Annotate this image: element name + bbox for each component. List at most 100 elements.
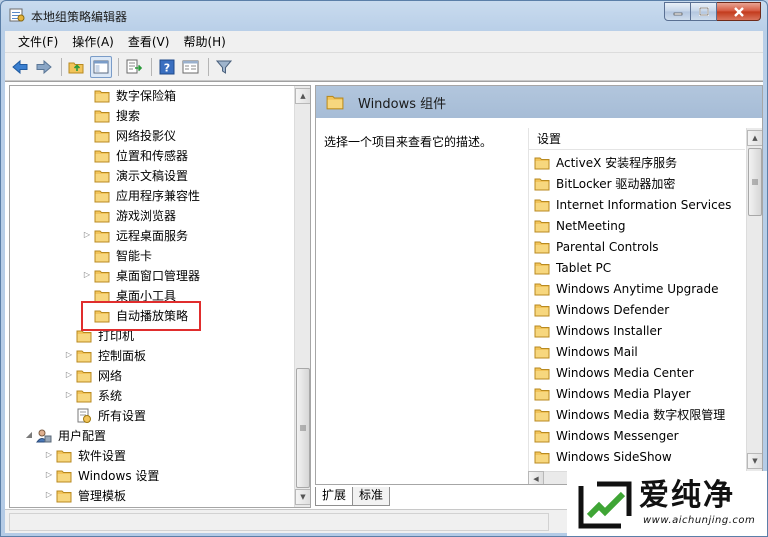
tree-item[interactable]: 演示文稿设置 [10, 166, 294, 186]
setting-item[interactable]: Windows SideShow [534, 446, 672, 467]
setting-item[interactable]: ActiveX 安装程序服务 [534, 152, 677, 173]
setting-item[interactable]: Windows Mail [534, 341, 638, 362]
tree-item-label: 管理模板 [78, 489, 127, 503]
close-icon [733, 6, 744, 17]
scroll-thumb[interactable] [296, 368, 310, 488]
tree-item[interactable]: ▷ 远程桌面服务 [10, 226, 294, 246]
setting-item[interactable]: Tablet PC [534, 257, 611, 278]
setting-item[interactable]: Windows Media Player [534, 383, 691, 404]
scroll-down-button[interactable]: ▼ [295, 489, 310, 505]
tree-item[interactable]: 应用程序兼容性 [10, 186, 294, 206]
tree-item[interactable]: ▷ Windows 设置 [10, 466, 294, 486]
export-list-icon [126, 59, 143, 73]
settings-vertical-scrollbar[interactable]: ▲ ▼ [746, 128, 762, 471]
setting-item[interactable]: Windows Media Center [534, 362, 694, 383]
setting-item[interactable]: Windows Media 数字权限管理 [534, 404, 725, 425]
show-hide-tree-button[interactable] [90, 55, 112, 78]
tree-item[interactable]: ▷ 管理模板 [10, 486, 294, 506]
tree-item[interactable]: 数字保险箱 [10, 86, 294, 106]
expand-arrow-icon[interactable]: ▷ [64, 350, 74, 359]
menu-action[interactable]: 操作(A) [65, 32, 121, 52]
export-list-button[interactable] [123, 56, 145, 78]
tree-item[interactable]: 所有设置 [10, 406, 294, 426]
menu-view[interactable]: 查看(V) [121, 32, 177, 52]
properties-icon [182, 60, 199, 73]
tree-item-label: 系统 [98, 389, 123, 403]
tree-item[interactable]: ◢ 用户配置 [10, 426, 294, 446]
tree-item[interactable]: 网络投影仪 [10, 126, 294, 146]
tab-extended[interactable]: 扩展 [315, 487, 354, 506]
setting-item[interactable]: NetMeeting [534, 215, 625, 236]
tree-item[interactable]: 位置和传感器 [10, 146, 294, 166]
expand-arrow-icon[interactable]: ▷ [44, 470, 54, 479]
scroll-up-button[interactable]: ▲ [747, 130, 762, 146]
setting-item[interactable]: Parental Controls [534, 236, 659, 257]
setting-item[interactable]: Internet Information Services [534, 194, 731, 215]
tree-item[interactable]: 游戏浏览器 [10, 206, 294, 226]
expand-arrow-icon[interactable]: ▷ [44, 490, 54, 499]
tree-item[interactable]: ▷ 系统 [10, 386, 294, 406]
setting-item-label: Windows Media Player [556, 386, 691, 401]
tree-vertical-scrollbar[interactable]: ▲ ▼ [294, 86, 310, 507]
expand-arrow-icon[interactable]: ▷ [64, 390, 74, 399]
tab-standard[interactable]: 标准 [352, 487, 391, 506]
setting-item[interactable]: Windows Anytime Upgrade [534, 278, 719, 299]
setting-item[interactable]: Windows Messenger [534, 425, 679, 446]
tree-item-label: Windows 设置 [78, 469, 160, 483]
setting-item[interactable]: BitLocker 驱动器加密 [534, 173, 675, 194]
expand-arrow-icon[interactable]: ▷ [44, 450, 54, 459]
window-controls [664, 2, 761, 21]
user-config-icon [36, 429, 52, 443]
setting-item-label: Tablet PC [556, 260, 612, 275]
tree-item[interactable]: ▷ 网络 [10, 366, 294, 386]
menu-file[interactable]: 文件(F) [11, 32, 65, 52]
expand-arrow-icon[interactable]: ▷ [64, 370, 74, 379]
tree-item-label: 控制面板 [98, 349, 147, 363]
folder-icon [56, 470, 72, 483]
toolbar-separator [61, 57, 62, 76]
minimize-button[interactable] [664, 2, 691, 21]
tree-item-label: 软件设置 [78, 449, 127, 463]
setting-item-label: Parental Controls [556, 239, 659, 254]
setting-item-label: Windows Installer [556, 323, 662, 338]
setting-item[interactable]: Windows Defender [534, 299, 669, 320]
tree-item[interactable]: 搜索 [10, 106, 294, 126]
expanded-arrow-icon[interactable]: ◢ [24, 430, 34, 439]
tree-item[interactable]: 智能卡 [10, 246, 294, 266]
up-folder-button[interactable] [66, 56, 88, 78]
tree-item-label: 远程桌面服务 [116, 229, 189, 243]
setting-item[interactable]: Windows Installer [534, 320, 662, 341]
setting-item-label: BitLocker 驱动器加密 [556, 177, 676, 191]
toolbar-separator [118, 57, 119, 76]
watermark-logo-icon [578, 481, 632, 528]
menu-help[interactable]: 帮助(H) [176, 32, 232, 52]
settings-column-header[interactable]: 设置 [529, 128, 745, 150]
filter-button[interactable] [213, 56, 235, 78]
properties-button[interactable] [180, 56, 202, 78]
folder-icon [534, 178, 550, 190]
tree-item[interactable]: ▷ 桌面窗口管理器 [10, 266, 294, 286]
tree-item-label: 演示文稿设置 [116, 169, 189, 183]
forward-button[interactable] [33, 56, 55, 78]
maximize-button[interactable] [691, 2, 717, 21]
setting-item-label: Windows Anytime Upgrade [556, 281, 719, 296]
expand-arrow-icon[interactable]: ▷ [82, 270, 92, 279]
back-button[interactable] [9, 56, 31, 78]
folder-icon [94, 130, 110, 143]
scroll-thumb[interactable] [748, 148, 762, 216]
expand-arrow-icon[interactable]: ▷ [82, 230, 92, 239]
scroll-left-button[interactable]: ◀ [528, 471, 544, 484]
help-button[interactable]: ? [156, 56, 178, 78]
title-bar[interactable]: 本地组策略编辑器 [1, 1, 767, 31]
tree-item[interactable]: ▷ 软件设置 [10, 446, 294, 466]
folder-icon [534, 304, 550, 316]
toolbar-separator [151, 57, 152, 76]
svg-text:?: ? [164, 61, 170, 74]
folder-icon [534, 199, 550, 211]
tree-item-label: 网络 [98, 369, 123, 383]
scroll-up-button[interactable]: ▲ [295, 88, 310, 104]
close-button[interactable] [717, 2, 761, 21]
tree-item[interactable]: ▷ 控制面板 [10, 346, 294, 366]
grip-icon [300, 425, 306, 431]
scroll-down-button[interactable]: ▼ [747, 453, 762, 469]
